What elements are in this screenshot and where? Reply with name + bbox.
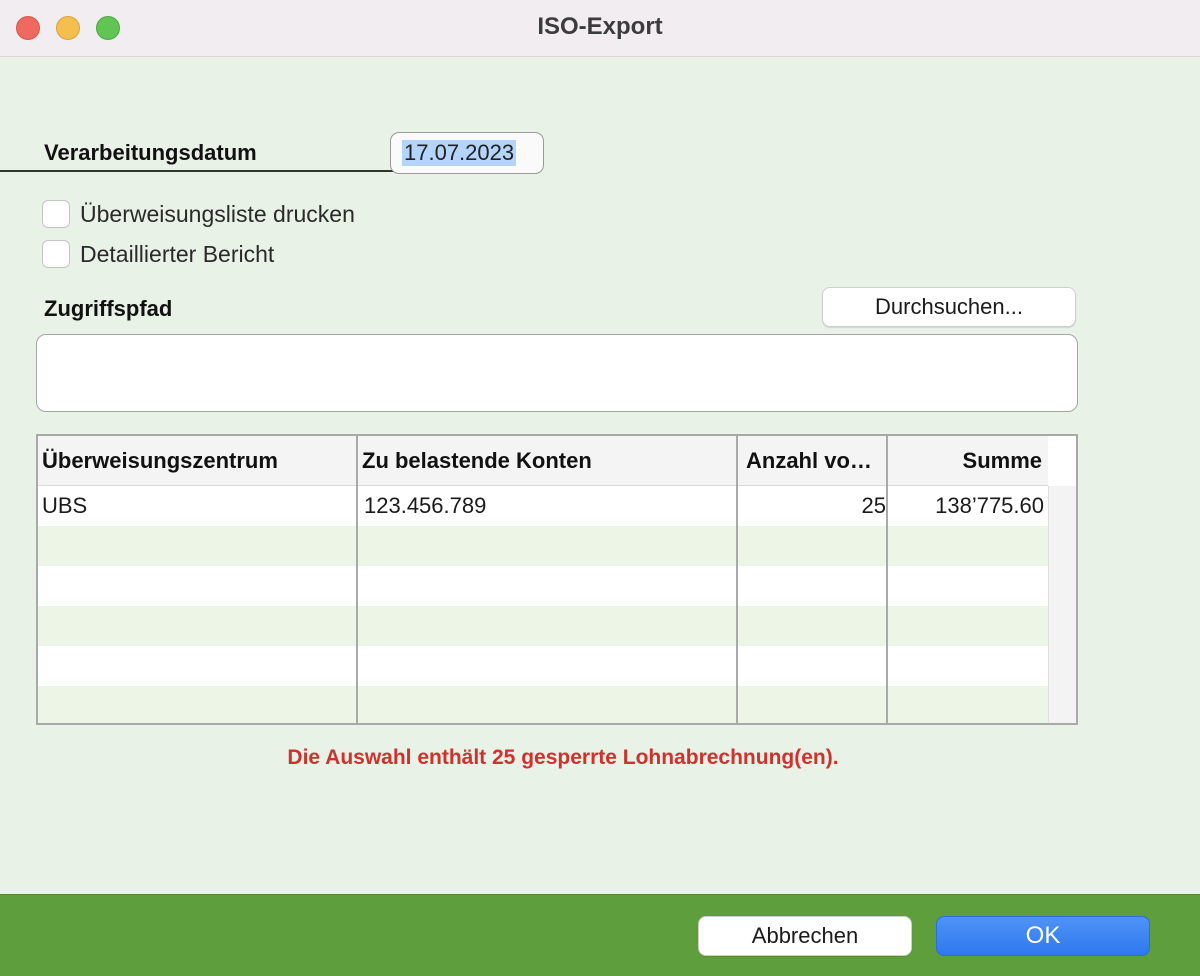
cell-accounts: 123.456.789	[364, 493, 487, 518]
table-row[interactable]	[38, 686, 1048, 723]
cell-sum: 138’775.60	[935, 493, 1044, 518]
column-divider	[736, 436, 738, 723]
warning-message: Die Auswahl enthält 25 gesperrte Lohnabr…	[287, 746, 839, 769]
column-header-accounts[interactable]: Zu belastende Konten	[362, 436, 732, 486]
column-divider	[356, 436, 358, 723]
table-row[interactable]: UBS 123.456.789 25 138’775.60	[38, 486, 1048, 526]
detailed-report-checkbox[interactable]	[42, 240, 70, 268]
date-value[interactable]: 17.07.2023	[402, 140, 517, 166]
scroll-corner	[1048, 436, 1076, 486]
table-row[interactable]	[38, 566, 1048, 606]
browse-button[interactable]: Durchsuchen...	[822, 287, 1076, 327]
table-row[interactable]	[38, 606, 1048, 646]
cell-count: 25	[861, 493, 886, 518]
detailed-report-option[interactable]: Detaillierter Bericht	[42, 240, 274, 268]
iso-export-dialog: ISO-Export Verarbeitungsdatum 17.07.2023…	[0, 0, 1200, 976]
column-divider	[886, 436, 888, 723]
column-header-sum[interactable]: Summe	[892, 436, 1042, 486]
vertical-scrollbar[interactable]	[1048, 486, 1076, 723]
ok-button[interactable]: OK	[936, 916, 1150, 956]
path-input[interactable]	[36, 334, 1078, 412]
column-header-center[interactable]: Überweisungszentrum	[42, 436, 352, 486]
print-list-option[interactable]: Überweisungsliste drucken	[42, 200, 355, 228]
table-header: Überweisungszentrum Zu belastende Konten…	[38, 436, 1048, 486]
print-list-label[interactable]: Überweisungsliste drucken	[80, 201, 355, 228]
table-row[interactable]	[38, 646, 1048, 686]
title-bar: ISO-Export	[0, 0, 1200, 57]
transfer-table: Überweisungszentrum Zu belastende Konten…	[36, 434, 1078, 725]
date-field[interactable]: 17.07.2023	[390, 132, 544, 174]
column-header-count[interactable]: Anzahl vo…	[746, 436, 888, 486]
print-list-checkbox[interactable]	[42, 200, 70, 228]
date-label: Verarbeitungsdatum	[44, 140, 257, 165]
table-row[interactable]	[38, 526, 1048, 566]
cell-center: UBS	[42, 493, 88, 518]
detailed-report-label[interactable]: Detaillierter Bericht	[80, 241, 274, 268]
path-label: Zugriffspfad	[44, 296, 173, 321]
cancel-button[interactable]: Abbrechen	[698, 916, 912, 956]
window-title: ISO-Export	[537, 13, 663, 40]
